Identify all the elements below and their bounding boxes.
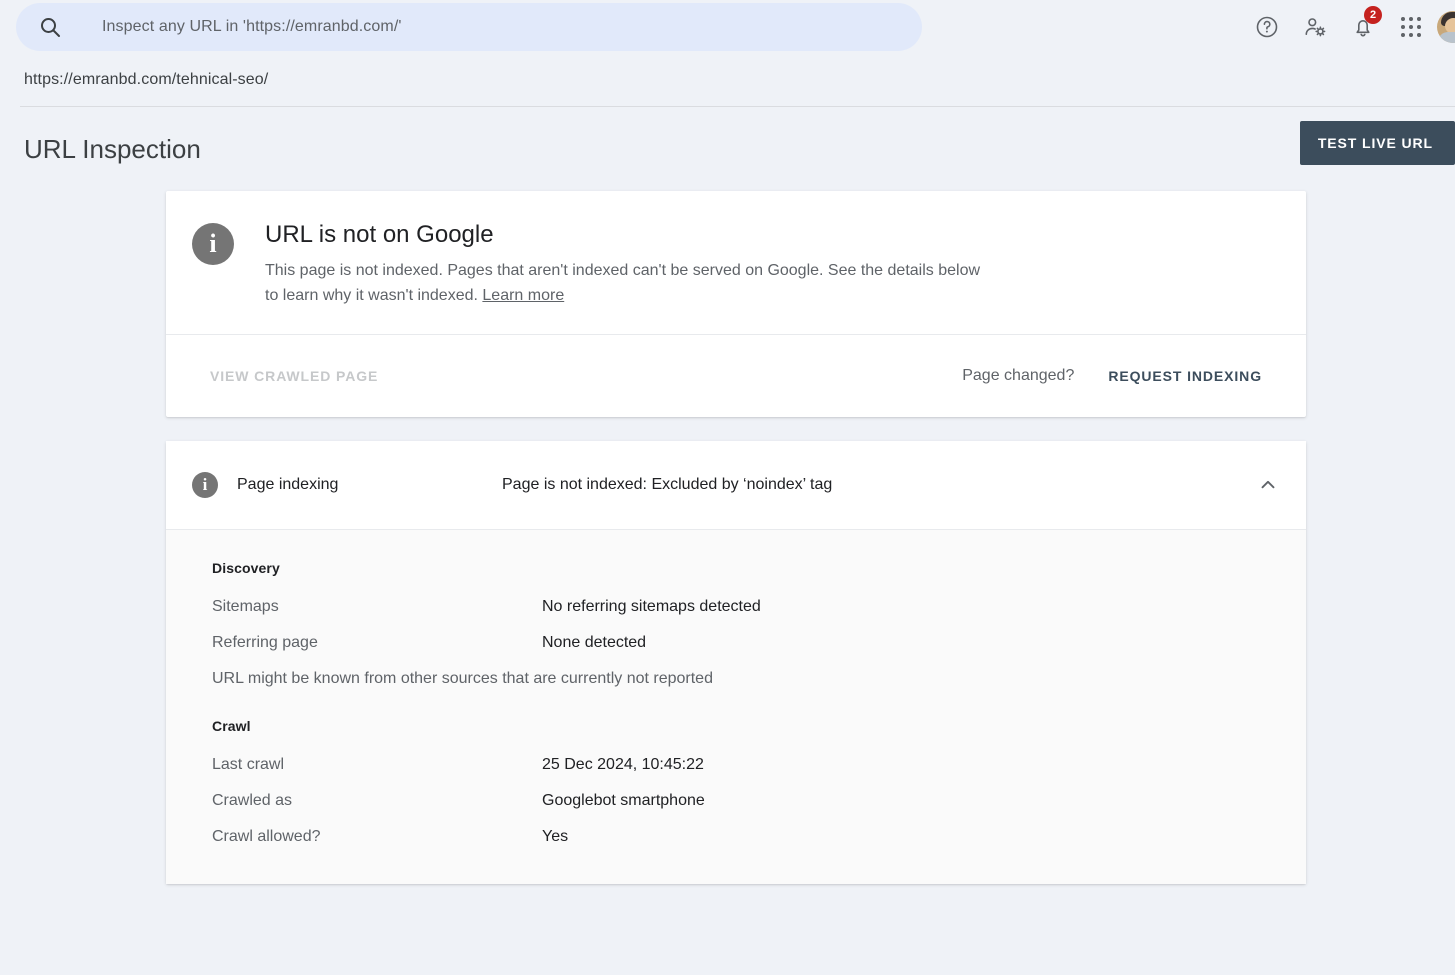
url-inspection-search-box[interactable]: Inspect any URL in 'https://emranbd.com/… [16, 3, 922, 51]
request-indexing-button[interactable]: REQUEST INDEXING [1092, 358, 1278, 394]
main-content: i URL is not on Google This page is not … [0, 191, 1455, 884]
url-status-description-text: This page is not indexed. Pages that are… [265, 262, 981, 304]
view-crawled-page-button[interactable]: VIEW CRAWLED PAGE [194, 358, 394, 394]
person-gear-icon [1303, 15, 1327, 39]
sitemaps-value: No referring sitemaps detected [542, 598, 761, 615]
page-indexing-details: Discovery Sitemaps No referring sitemaps… [166, 529, 1306, 884]
sitemaps-key: Sitemaps [212, 598, 279, 615]
url-status-block: i URL is not on Google This page is not … [166, 191, 1306, 334]
last-crawl-value: 25 Dec 2024, 10:45:22 [542, 756, 704, 773]
top-bar: Inspect any URL in 'https://emranbd.com/… [0, 0, 1455, 54]
crawl-allowed-value: Yes [542, 828, 569, 845]
detail-row: Last crawl 25 Dec 2024, 10:45:22 [212, 756, 1280, 774]
test-live-url-button[interactable]: TEST LIVE URL [1299, 121, 1455, 165]
detail-row: Crawl allowed? Yes [212, 828, 1280, 846]
info-icon: i [192, 472, 218, 498]
chevron-up-icon[interactable] [1256, 473, 1280, 497]
url-status-card: i URL is not on Google This page is not … [166, 191, 1306, 417]
page-indexing-label: Page indexing [237, 476, 339, 493]
url-status-actions: VIEW CRAWLED PAGE Page changed? REQUEST … [166, 334, 1306, 417]
search-input-placeholder[interactable]: Inspect any URL in 'https://emranbd.com/… [102, 18, 402, 36]
url-status-title: URL is not on Google [265, 221, 494, 248]
help-circle-icon [1255, 15, 1279, 39]
crawled-as-value: Googlebot smartphone [542, 792, 705, 809]
discovery-note: URL might be known from other sources th… [212, 670, 713, 687]
last-crawl-key: Last crawl [212, 756, 285, 773]
discovery-group-title: Discovery [212, 560, 280, 576]
url-status-description: This page is not indexed. Pages that are… [265, 258, 995, 308]
crawled-as-key: Crawled as [212, 792, 293, 809]
page-indexing-card: i Page indexing Page is not indexed: Exc… [166, 441, 1306, 884]
url-status-text: URL is not on Google This page is not in… [265, 221, 995, 308]
search-icon [38, 15, 62, 39]
page-title: URL Inspection [24, 133, 201, 164]
page-indexing-value: Page is not indexed: Excluded by ‘noinde… [502, 476, 833, 493]
avatar-body [1438, 32, 1455, 43]
help-button[interactable] [1243, 3, 1291, 51]
page-changed-label: Page changed? [962, 367, 1075, 384]
google-apps-button[interactable] [1387, 3, 1435, 51]
avatar[interactable] [1437, 11, 1455, 43]
referring-page-value: None detected [542, 634, 647, 651]
top-bar-actions: 2 [1243, 0, 1455, 54]
notification-badge-count: 2 [1364, 6, 1382, 24]
crawl-group-title: Crawl [212, 718, 251, 734]
detail-row: Crawled as Googlebot smartphone [212, 792, 1280, 810]
account-settings-button[interactable] [1291, 3, 1339, 51]
apps-grid-icon [1401, 17, 1421, 37]
referring-page-key: Referring page [212, 634, 318, 651]
notifications-button[interactable]: 2 [1339, 3, 1387, 51]
info-icon: i [192, 223, 234, 265]
inspected-url-row: https://emranbd.com/tehnical-seo/ [0, 54, 1455, 106]
inspected-url: https://emranbd.com/tehnical-seo/ [24, 71, 269, 88]
detail-row: Sitemaps No referring sitemaps detected [212, 598, 1280, 616]
page-header: URL Inspection TEST LIVE URL [0, 107, 1455, 191]
detail-row: Referring page None detected [212, 634, 1280, 652]
learn-more-link[interactable]: Learn more [482, 287, 564, 304]
page-indexing-header[interactable]: i Page indexing Page is not indexed: Exc… [166, 441, 1306, 529]
crawl-allowed-key: Crawl allowed? [212, 828, 321, 845]
